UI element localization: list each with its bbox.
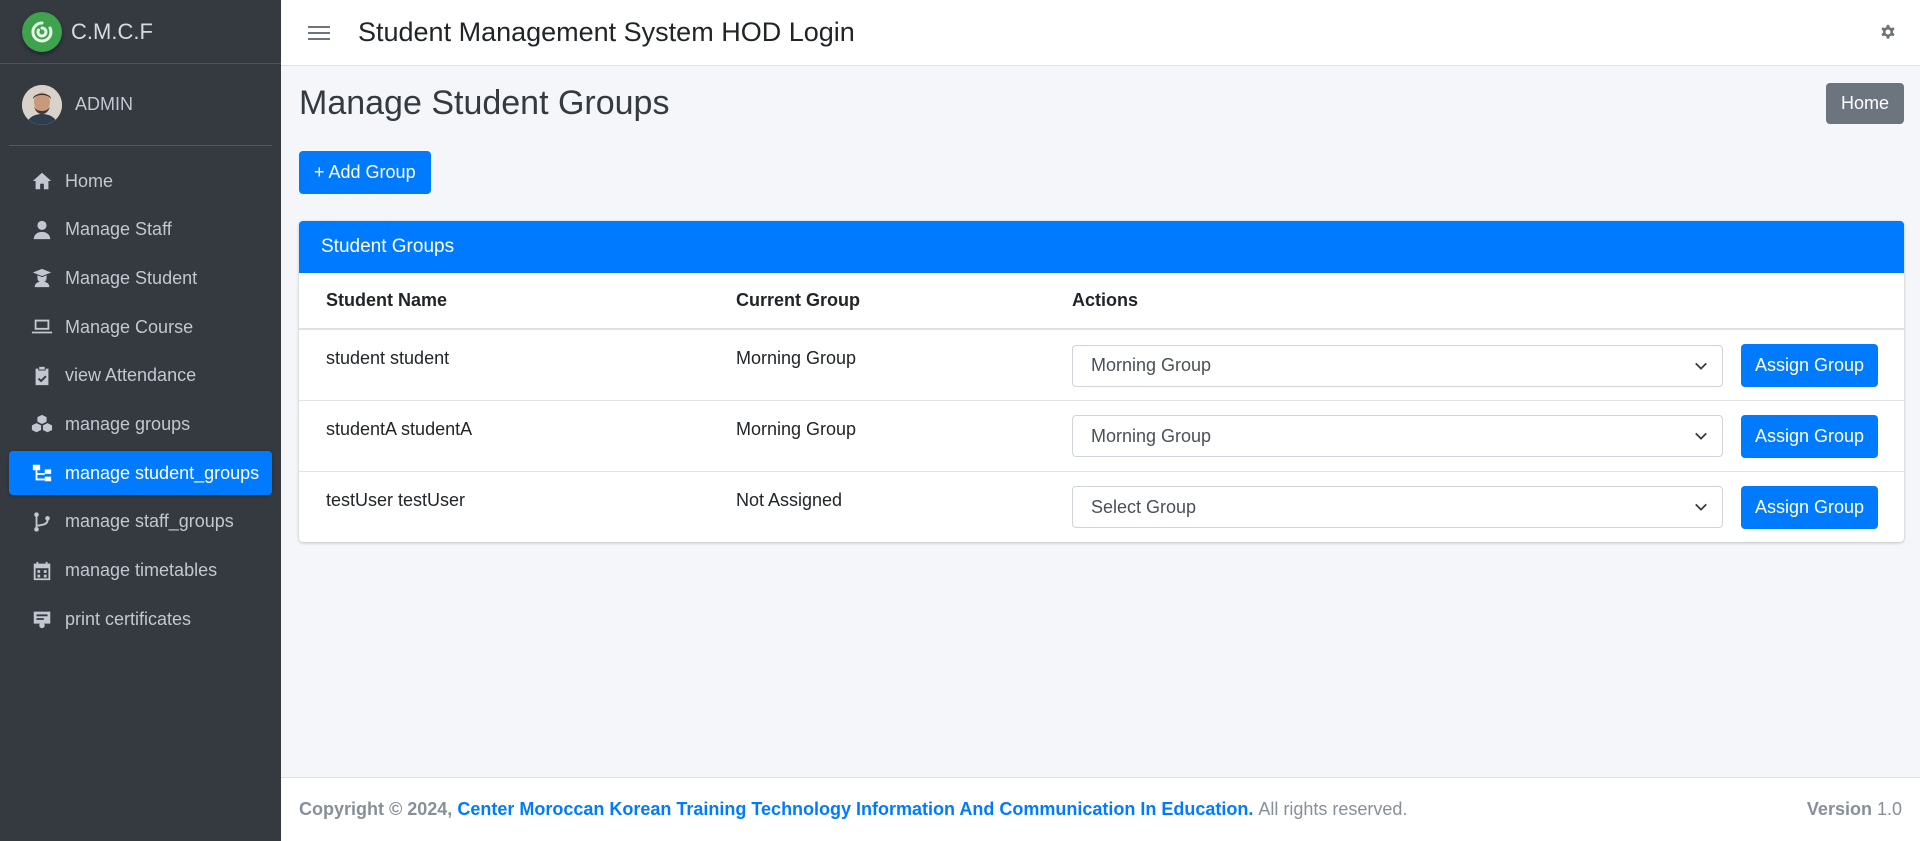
student-name: testUser testUser <box>299 470 709 542</box>
sidebar-item-manage-student[interactable]: Manage Student <box>9 256 272 300</box>
footer-rights: All rights reserved. <box>1258 799 1408 819</box>
app-title: Student Management System HOD Login <box>358 17 855 47</box>
sidebar-item-manage-staff-groups[interactable]: manage staff_groups <box>9 500 272 544</box>
sidebar-item-manage-student-groups[interactable]: manage student_groups <box>9 451 272 496</box>
page-title: Manage Student Groups <box>299 84 670 122</box>
footer: Copyright © 2024, Center Moroccan Korean… <box>281 777 1920 841</box>
sidebar-item-label: manage groups <box>65 413 191 434</box>
logo-icon <box>22 11 62 52</box>
sidebar-item-label: Home <box>65 170 114 191</box>
actions-cell: Select Group Assign Group <box>1045 470 1904 542</box>
assign-group-button[interactable]: Assign Group <box>1741 414 1879 458</box>
student-groups-card: Student Groups Student Name Current Grou… <box>299 221 1904 542</box>
user-graduate-icon <box>30 267 53 290</box>
student-name: studentA studentA <box>299 399 709 471</box>
certificate-icon <box>30 608 53 631</box>
gear-icon[interactable] <box>1878 22 1898 42</box>
sidebar-item-manage-timetables[interactable]: manage timetables <box>9 549 272 593</box>
version-number: 1.0 <box>1876 799 1902 819</box>
user-panel[interactable]: ADMIN <box>9 64 272 146</box>
card-title: Student Groups <box>299 221 1904 273</box>
group-select-value: Select Group <box>1091 496 1197 517</box>
sidebar-item-manage-course[interactable]: Manage Course <box>9 305 272 349</box>
home-button[interactable]: Home <box>1825 83 1904 124</box>
student-name: student student <box>299 328 709 400</box>
group-select[interactable]: Morning Group <box>1072 415 1723 457</box>
chevron-down-icon <box>1695 503 1707 511</box>
sidebar-nav: Home Manage Staff Manage Student Manage … <box>0 146 281 641</box>
sidebar-item-home[interactable]: Home <box>9 159 272 203</box>
student-groups-table: Student Name Current Group Actions stude… <box>299 273 1904 542</box>
actions-cell: Morning Group Assign Group <box>1045 399 1904 471</box>
column-header: Student Name <box>299 273 709 330</box>
group-select[interactable]: Select Group <box>1072 486 1723 528</box>
current-group: Morning Group <box>709 328 1045 400</box>
table-row: studentA studentA Morning Group Morning … <box>299 399 1904 471</box>
footer-org-link[interactable]: Center Moroccan Korean Training Technolo… <box>457 799 1253 820</box>
sidebar-item-print-certificates[interactable]: print certificates <box>9 597 272 641</box>
current-group: Morning Group <box>709 399 1045 471</box>
table-row: student student Morning Group Morning Gr… <box>299 328 1904 400</box>
sidebar-item-label: view Attendance <box>65 365 197 386</box>
sidebar-item-label: Manage Staff <box>65 219 172 240</box>
column-header: Actions <box>1045 273 1904 330</box>
table-header-row: Student Name Current Group Actions <box>299 273 1904 330</box>
version-label: Version <box>1806 799 1872 819</box>
sidebar: C.M.C.F ADMIN Home Manage Staff Manage S… <box>0 0 281 841</box>
chevron-down-icon <box>1695 432 1707 440</box>
sitemap-icon <box>30 462 53 485</box>
sidebar-item-label: manage staff_groups <box>65 511 234 532</box>
column-header: Current Group <box>709 273 1045 330</box>
table-row: testUser testUser Not Assigned Select Gr… <box>299 470 1904 542</box>
user-tie-icon <box>30 218 53 241</box>
footer-copyright: Copyright © 2024, <box>299 799 453 819</box>
brand-link[interactable]: C.M.C.F <box>0 0 281 64</box>
sidebar-item-label: manage student_groups <box>65 462 260 483</box>
chevron-down-icon <box>1695 362 1707 370</box>
calendar-icon <box>30 559 53 582</box>
group-select-value: Morning Group <box>1091 355 1212 375</box>
group-select-value: Morning Group <box>1091 425 1212 446</box>
sidebar-item-label: Manage Student <box>65 267 198 288</box>
assign-group-button[interactable]: Assign Group <box>1741 485 1879 529</box>
group-select[interactable]: Morning Group <box>1072 344 1723 387</box>
sidebar-item-manage-staff[interactable]: Manage Staff <box>9 208 272 252</box>
main-content: Manage Student Groups Home + Add Group S… <box>281 66 1920 776</box>
laptop-icon <box>30 316 53 339</box>
sidebar-item-manage-groups[interactable]: manage groups <box>9 402 272 446</box>
home-icon <box>30 170 53 193</box>
actions-cell: Morning Group Assign Group <box>1045 328 1904 400</box>
brand-name: C.M.C.F <box>71 18 153 44</box>
sidebar-item-label: manage timetables <box>65 560 218 580</box>
clipboard-check-icon <box>30 364 53 387</box>
code-branch-icon <box>30 510 53 533</box>
add-group-button[interactable]: + Add Group <box>299 151 431 194</box>
sidebar-item-label: Manage Course <box>65 316 194 337</box>
menu-toggle-icon[interactable] <box>308 22 330 44</box>
sidebar-item-view-attendance[interactable]: view Attendance <box>9 354 272 398</box>
top-navbar: Student Management System HOD Login <box>281 0 1920 66</box>
footer-version: Version 1.0 <box>1807 799 1902 820</box>
assign-group-button[interactable]: Assign Group <box>1741 344 1879 387</box>
user-name: ADMIN <box>75 94 133 114</box>
sidebar-item-label: print certificates <box>65 608 192 629</box>
cubes-icon <box>30 413 53 436</box>
avatar <box>22 84 62 125</box>
current-group: Not Assigned <box>709 470 1045 542</box>
